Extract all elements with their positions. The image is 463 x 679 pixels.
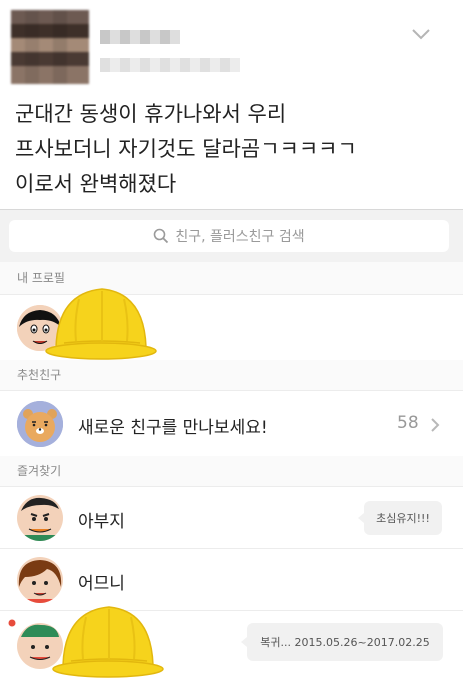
chevron-right-icon[interactable] <box>429 417 441 433</box>
status-message-bubble: 초심유지!!! <box>358 501 442 535</box>
friend-list-screenshot: 친구, 플러스친구 검색 내 프로필 추천친구 새로운 친구를 만나보세요! 5… <box>0 209 463 679</box>
post-text: 군대간 동생이 휴가나와서 우리 프사보더니 자기것도 달라곰ㄱㅋㅋㅋㄱ 이로서… <box>15 97 455 202</box>
post-date-blurred <box>100 58 240 72</box>
poster-avatar-blurred[interactable] <box>11 10 89 84</box>
favorite-row[interactable]: 복귀... 2015.05.26~2017.02.25 <box>0 606 463 679</box>
search-bar-area: 친구, 플러스친구 검색 <box>0 210 463 262</box>
recommend-count: 58 <box>397 413 419 433</box>
ryan-avatar <box>17 401 63 447</box>
yellow-hat-icon <box>52 606 164 678</box>
favorite-avatar-mother <box>17 557 63 603</box>
post-line: 군대간 동생이 휴가나와서 우리 <box>15 102 287 126</box>
status-message-bubble: 복귀... 2015.05.26~2017.02.25 <box>241 623 443 661</box>
favorite-name: 아부지 <box>78 512 125 532</box>
yellow-hat-icon <box>45 288 157 360</box>
chevron-down-icon[interactable] <box>410 27 432 41</box>
section-recommended: 추천친구 <box>0 360 463 390</box>
post-line: 이로서 완벽해졌다 <box>15 172 177 196</box>
recommend-row[interactable]: 새로운 친구를 만나보세요! 58 <box>0 390 463 457</box>
poster-name-blurred[interactable] <box>100 30 180 44</box>
search-placeholder: 친구, 플러스친구 검색 <box>175 229 305 245</box>
search-input[interactable]: 친구, 플러스친구 검색 <box>9 220 449 252</box>
favorite-avatar-father <box>17 495 63 541</box>
new-badge-dot-icon <box>8 619 16 627</box>
section-favorites: 즐겨찾기 <box>0 456 463 486</box>
search-icon <box>154 228 169 244</box>
favorite-row[interactable]: 아부지 초심유지!!! <box>0 486 463 549</box>
post-line: 프사보더니 자기것도 달라곰ㄱㅋㅋㅋㄱ <box>15 137 357 161</box>
post: 군대간 동생이 휴가나와서 우리 프사보더니 자기것도 달라곰ㄱㅋㅋㅋㄱ 이로서… <box>0 0 463 209</box>
my-profile-row[interactable] <box>0 288 463 361</box>
recommend-label: 새로운 친구를 만나보세요! <box>78 418 268 438</box>
favorite-name: 어므니 <box>78 574 125 594</box>
